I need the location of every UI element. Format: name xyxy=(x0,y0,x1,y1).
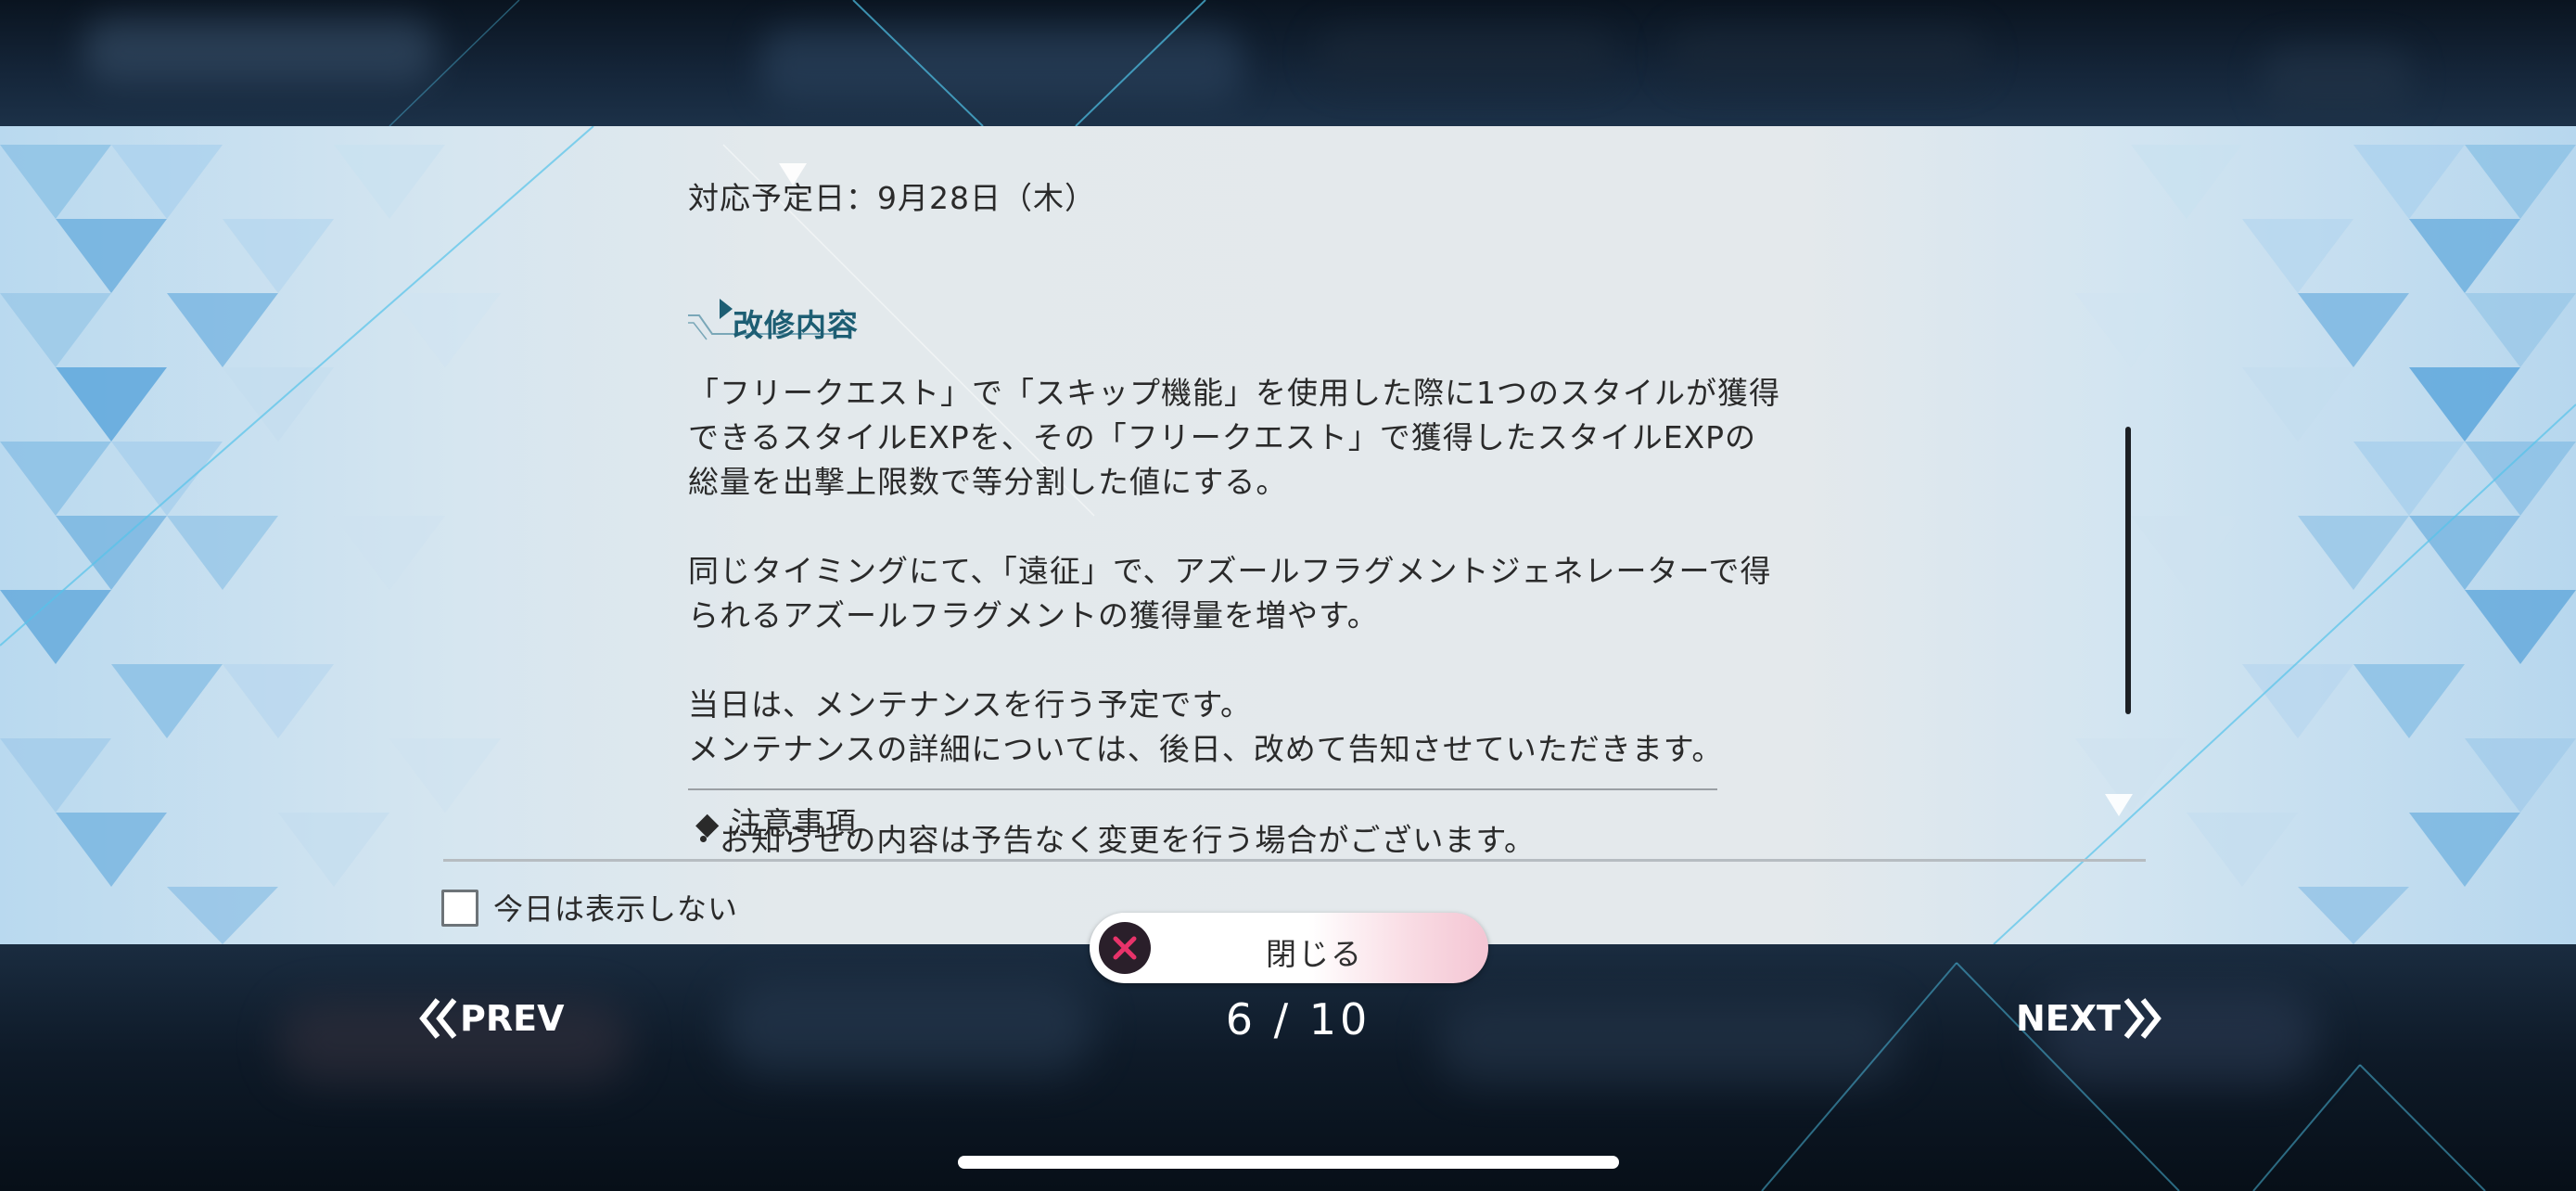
close-icon xyxy=(1099,922,1151,974)
body-line-3: 総量を出撃上限数で等分割した値にする。 xyxy=(688,464,1288,500)
triangle-right-icon xyxy=(720,299,733,319)
footer-divider xyxy=(443,859,2146,862)
body-line-9: メンテナンスの詳細については、後日、改めて告知させていただきます。 xyxy=(688,731,1724,767)
caution-line: ・お知らせの内容は予告なく変更を行う場合がございます。 xyxy=(688,822,1537,858)
page-indicator: 6 / 10 xyxy=(1225,994,1371,1044)
section-title: 改修内容 xyxy=(733,307,859,343)
body-line-5: 同じタイミングにて、「遠征」で、アズールフラグメントジェネレーターで得 xyxy=(688,553,1772,589)
body-line-6: られるアズールフラグメントの獲得量を増やす。 xyxy=(688,597,1379,634)
prev-button[interactable]: PREV xyxy=(417,991,564,1046)
next-label: NEXT xyxy=(2016,998,2121,1039)
close-button[interactable]: 閉じる xyxy=(1090,913,1488,983)
scheduled-date: 対応予定日：9月28日（木） xyxy=(688,180,1096,216)
body-line-1: 「フリークエスト」で「スキップ機能」を使用した際に1つのスタイルが獲得 xyxy=(688,375,1780,411)
dont-show-today-label[interactable]: 今日は表示しない xyxy=(493,886,738,928)
double-chevron-left-icon xyxy=(419,998,457,1039)
notice-panel: 対応予定日：9月28日（木） 改修内容 「フリークエスト」で「スキップ機能」を使… xyxy=(0,126,2576,944)
scrollbar[interactable] xyxy=(2125,427,2131,714)
body-line-2: できるスタイルEXPを、その「フリークエスト」で獲得したスタイルEXPの xyxy=(688,419,1757,455)
double-chevron-right-icon xyxy=(2123,998,2162,1039)
next-button[interactable]: NEXT xyxy=(2016,991,2163,1046)
content-divider xyxy=(688,788,1717,790)
close-label: 閉じる xyxy=(1266,936,1363,972)
notice-content[interactable]: 対応予定日：9月28日（木） 改修内容 「フリークエスト」で「スキップ機能」を使… xyxy=(688,176,1875,844)
body-line-8: 当日は、メンテナンスを行う予定です。 xyxy=(688,686,1253,723)
prev-label: PREV xyxy=(460,998,565,1039)
home-indicator[interactable] xyxy=(958,1156,1619,1169)
background-top xyxy=(0,0,2576,126)
dont-show-today-checkbox[interactable] xyxy=(441,890,478,927)
